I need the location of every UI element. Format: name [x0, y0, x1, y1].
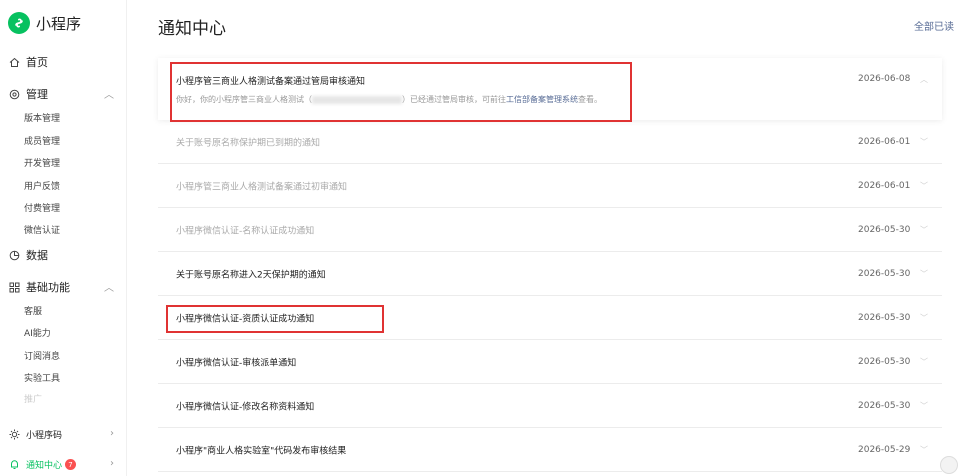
notification-item[interactable]: 小程序微信认证-修改名称资料通知 2026-05-30 ﹀: [158, 384, 942, 428]
assistant-avatar[interactable]: [940, 456, 958, 474]
sidebar-item-home[interactable]: 首页: [8, 54, 114, 70]
notification-date: 2026-05-30: [858, 312, 911, 323]
grid-icon: [8, 281, 20, 293]
notification-title: 小程序"商业人格实验室"代码发布审核结果: [176, 446, 347, 456]
sidebar: 小程序 首页 管理 ︿ 版本管理 成员管理 开发管理 用户反馈 付费管理 微信认…: [0, 0, 127, 476]
sidebar-item-label: 首页: [26, 56, 48, 69]
chevron-down-icon[interactable]: ﹀: [920, 136, 928, 147]
sidebar-item-dev[interactable]: 开发管理: [24, 156, 60, 169]
notification-date: 2026-05-29: [858, 444, 911, 455]
sidebar-item-service[interactable]: 客服: [24, 304, 42, 317]
chevron-right-icon: ›: [110, 458, 114, 469]
chevron-up-icon: ︿: [104, 90, 114, 101]
sidebar-item-label: 数据: [26, 249, 48, 262]
notification-item[interactable]: 小程序微信认证-资质认证成功通知 2026-05-30 ﹀: [158, 296, 942, 340]
sidebar-item-ai[interactable]: AI能力: [24, 326, 51, 339]
sidebar-item-manage[interactable]: 管理 ︿: [8, 86, 114, 102]
sidebar-item-verify[interactable]: 微信认证: [24, 223, 60, 236]
notification-date: 2026-06-01: [858, 136, 911, 147]
chevron-down-icon[interactable]: ﹀: [920, 268, 928, 279]
miniprogram-logo-icon: [8, 12, 30, 34]
sidebar-item-promote[interactable]: 推广: [24, 392, 42, 405]
sidebar-item-payment[interactable]: 付费管理: [24, 201, 60, 214]
sidebar-item-label: 小程序码: [26, 431, 63, 441]
sidebar-item-members[interactable]: 成员管理: [24, 134, 60, 147]
sidebar-item-label: 通知中心: [26, 461, 63, 471]
sidebar-item-notify[interactable]: 通知中心 7 ›: [8, 458, 114, 471]
chevron-up-icon: ︿: [104, 283, 114, 294]
notification-desc: 你好，你的小程序管三商业人格测试（ ）已经通过管局审核，可前往工信部备案管理系统查…: [176, 95, 602, 104]
sidebar-item-label: 基础功能: [26, 281, 70, 294]
home-icon: [8, 56, 20, 68]
chevron-down-icon[interactable]: ﹀: [920, 312, 928, 323]
chevron-down-icon[interactable]: ﹀: [920, 224, 928, 235]
notification-item[interactable]: 小程序微信认证-审核派单通知 2026-05-30 ﹀: [158, 340, 942, 384]
notification-title: 小程序微信认证-名称认证成功通知: [176, 226, 315, 236]
notification-title: 关于账号原名称进入2天保护期的通知: [176, 270, 326, 280]
sidebar-item-label: 管理: [26, 88, 48, 101]
notification-item[interactable]: 小程序管三商业人格测试备案通过管局审核通知 你好，你的小程序管三商业人格测试（）…: [158, 58, 942, 120]
notification-item[interactable]: 小程序"商业人格实验室"代码发布审核结果 2026-05-29 ﹀: [158, 428, 942, 472]
sidebar-item-lab[interactable]: 实验工具: [24, 371, 60, 384]
bell-icon: [8, 459, 20, 471]
chevron-down-icon[interactable]: ﹀: [920, 444, 928, 455]
sun-icon: [8, 429, 20, 441]
notification-item[interactable]: 小程序微信认证-名称认证成功通知 2026-05-30 ﹀: [158, 208, 942, 252]
unread-badge: 7: [65, 459, 77, 470]
pie-chart-icon: [8, 249, 20, 261]
sidebar-item-version[interactable]: 版本管理: [24, 111, 60, 124]
notification-date: 2026-06-08: [858, 74, 911, 84]
notification-date: 2026-05-30: [858, 268, 911, 279]
chevron-down-icon[interactable]: ﹀: [920, 180, 928, 191]
notification-title: 小程序微信认证-修改名称资料通知: [176, 402, 315, 412]
notification-item[interactable]: 小程序管三商业人格测试备案通过初审通知 2026-06-01 ﹀: [158, 164, 942, 208]
notification-title: 小程序微信认证-审核派单通知: [176, 358, 297, 368]
sidebar-item-subscribe[interactable]: 订阅消息: [24, 349, 60, 362]
notification-date: 2026-05-30: [858, 224, 911, 235]
notification-title: 关于账号原名称保护期已到期的通知: [176, 138, 321, 148]
notification-title: 小程序管三商业人格测试备案通过管局审核通知: [176, 77, 366, 87]
notification-date: 2026-05-30: [858, 400, 911, 411]
notification-title: 小程序管三商业人格测试备案通过初审通知: [176, 182, 348, 192]
notification-list: 小程序管三商业人格测试备案通过管局审核通知 你好，你的小程序管三商业人格测试（）…: [158, 58, 942, 472]
app-name: 小程序: [36, 14, 82, 33]
notification-item[interactable]: 关于账号原名称进入2天保护期的通知 2026-05-30 ﹀: [158, 252, 942, 296]
sidebar-item-qrcode[interactable]: 小程序码 ›: [8, 428, 114, 441]
chevron-down-icon[interactable]: ﹀: [920, 400, 928, 411]
page-title: 通知中心: [158, 19, 226, 39]
sidebar-item-feedback[interactable]: 用户反馈: [24, 179, 60, 192]
notification-date: 2026-05-30: [858, 356, 911, 367]
sidebar-item-data[interactable]: 数据: [8, 247, 114, 263]
redacted-text: [312, 95, 402, 104]
notification-item[interactable]: 关于账号原名称保护期已到期的通知 2026-06-01 ﹀: [158, 120, 942, 164]
chevron-right-icon: ›: [110, 428, 114, 439]
sidebar-item-basic[interactable]: 基础功能 ︿: [8, 279, 114, 295]
mark-all-read-link[interactable]: 全部已读: [914, 18, 954, 33]
notification-title: 小程序微信认证-资质认证成功通知: [176, 314, 315, 324]
notification-date: 2026-06-01: [858, 180, 911, 191]
chevron-up-icon[interactable]: ︿: [920, 74, 928, 85]
target-icon: [8, 88, 20, 100]
beian-system-link[interactable]: 工信部备案管理系统: [506, 95, 578, 104]
chevron-down-icon[interactable]: ﹀: [920, 356, 928, 367]
app-logo[interactable]: 小程序: [8, 10, 81, 36]
